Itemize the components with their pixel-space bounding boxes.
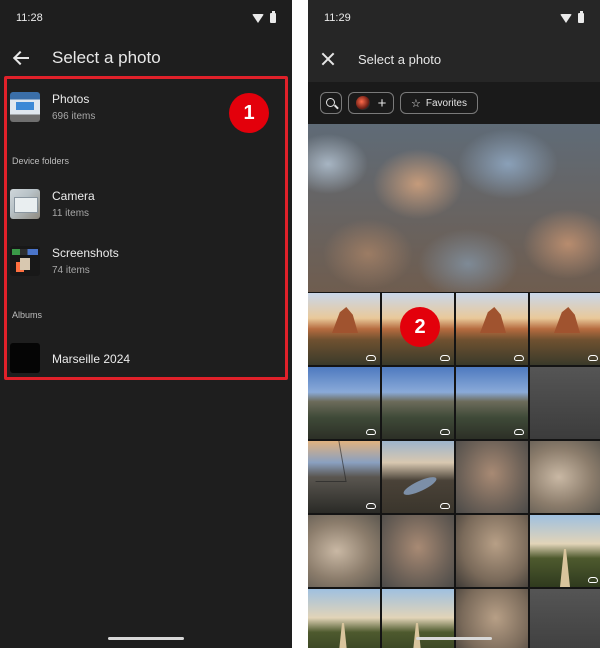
right-phone-screen: 11:29 Select a photo + ☆ Favorites 2: [308, 0, 600, 648]
gesture-home-bar[interactable]: [416, 637, 492, 640]
step-badge-2: 2: [400, 307, 440, 347]
status-bar: 11:28: [0, 0, 292, 36]
gesture-home-bar[interactable]: [108, 637, 184, 640]
cloud-icon: [588, 355, 598, 361]
marseille-thumbnail: [10, 343, 40, 373]
wifi-icon: [252, 13, 264, 23]
folder-count: 74 items: [52, 265, 90, 276]
search-icon: [325, 97, 335, 107]
album-row-marseille-2024[interactable]: Marseille 2024: [10, 343, 282, 373]
photo-thumbnail[interactable]: [530, 589, 600, 648]
photo-thumbnail[interactable]: [456, 441, 528, 513]
cloud-icon: [514, 355, 524, 361]
cloud-icon: [440, 503, 450, 509]
battery-icon: [578, 11, 584, 23]
battery-icon: [270, 11, 276, 23]
people-chip[interactable]: +: [348, 92, 394, 114]
screenshots-thumbnail: [10, 246, 40, 276]
favorites-chip[interactable]: ☆ Favorites: [400, 92, 478, 114]
status-time: 11:29: [324, 12, 351, 24]
step-badge-1: 1: [229, 93, 269, 133]
album-row-screenshots[interactable]: Screenshots 74 items: [10, 246, 282, 276]
photo-thumbnail[interactable]: [530, 293, 600, 365]
photo-thumbnail[interactable]: [382, 515, 454, 587]
wifi-icon: [560, 13, 572, 23]
status-bar: 11:29: [308, 0, 600, 36]
star-icon: ☆: [411, 97, 421, 110]
photo-thumbnail[interactable]: [530, 515, 600, 587]
plus-icon: +: [377, 94, 387, 112]
album-name: Marseille 2024: [52, 352, 131, 366]
section-label-albums: Albums: [12, 310, 43, 320]
close-icon[interactable]: [320, 51, 336, 67]
photo-thumbnail[interactable]: [530, 441, 600, 513]
photo-thumbnail[interactable]: [308, 441, 380, 513]
page-title: Select a photo: [358, 51, 442, 67]
photo-thumbnail[interactable]: [308, 515, 380, 587]
album-count: 696 items: [52, 111, 96, 122]
folder-count: 11 items: [52, 208, 90, 219]
top-app-bar: Select a photo: [0, 36, 292, 80]
blurred-photo-rows[interactable]: [308, 124, 600, 292]
photo-thumbnail[interactable]: [456, 367, 528, 439]
album-name: Photos: [52, 92, 90, 106]
folder-name: Camera: [52, 189, 95, 203]
photo-thumbnail[interactable]: [382, 441, 454, 513]
cloud-icon: [366, 503, 376, 509]
face-avatar-icon: [355, 96, 370, 110]
favorites-label: Favorites: [425, 97, 467, 109]
cloud-icon: [366, 355, 376, 361]
cloud-icon: [366, 429, 376, 435]
filter-chips: + ☆ Favorites: [308, 82, 600, 124]
photo-grid: [308, 293, 600, 648]
photo-thumbnail[interactable]: [456, 515, 528, 587]
album-row-camera[interactable]: Camera 11 items: [10, 189, 282, 219]
left-phone-screen: 11:28 Select a photo Photos 696 items De…: [0, 0, 292, 648]
cloud-icon: [440, 355, 450, 361]
status-time: 11:28: [16, 12, 43, 24]
page-title: Select a photo: [52, 48, 161, 67]
cloud-icon: [588, 577, 598, 583]
photo-thumbnail[interactable]: [456, 293, 528, 365]
cloud-icon: [514, 429, 524, 435]
section-label-device-folders: Device folders: [12, 156, 70, 166]
photo-thumbnail[interactable]: [382, 367, 454, 439]
top-app-bar: Select a photo: [308, 36, 600, 82]
photo-thumbnail[interactable]: [530, 367, 600, 439]
photo-thumbnail[interactable]: [308, 589, 380, 648]
search-chip[interactable]: [320, 92, 342, 114]
camera-thumbnail: [10, 189, 40, 219]
cloud-icon: [440, 429, 450, 435]
folder-name: Screenshots: [52, 246, 119, 260]
photos-thumbnail: [10, 92, 40, 122]
back-arrow-icon[interactable]: [12, 47, 34, 69]
photo-thumbnail[interactable]: [308, 367, 380, 439]
photo-thumbnail[interactable]: [308, 293, 380, 365]
